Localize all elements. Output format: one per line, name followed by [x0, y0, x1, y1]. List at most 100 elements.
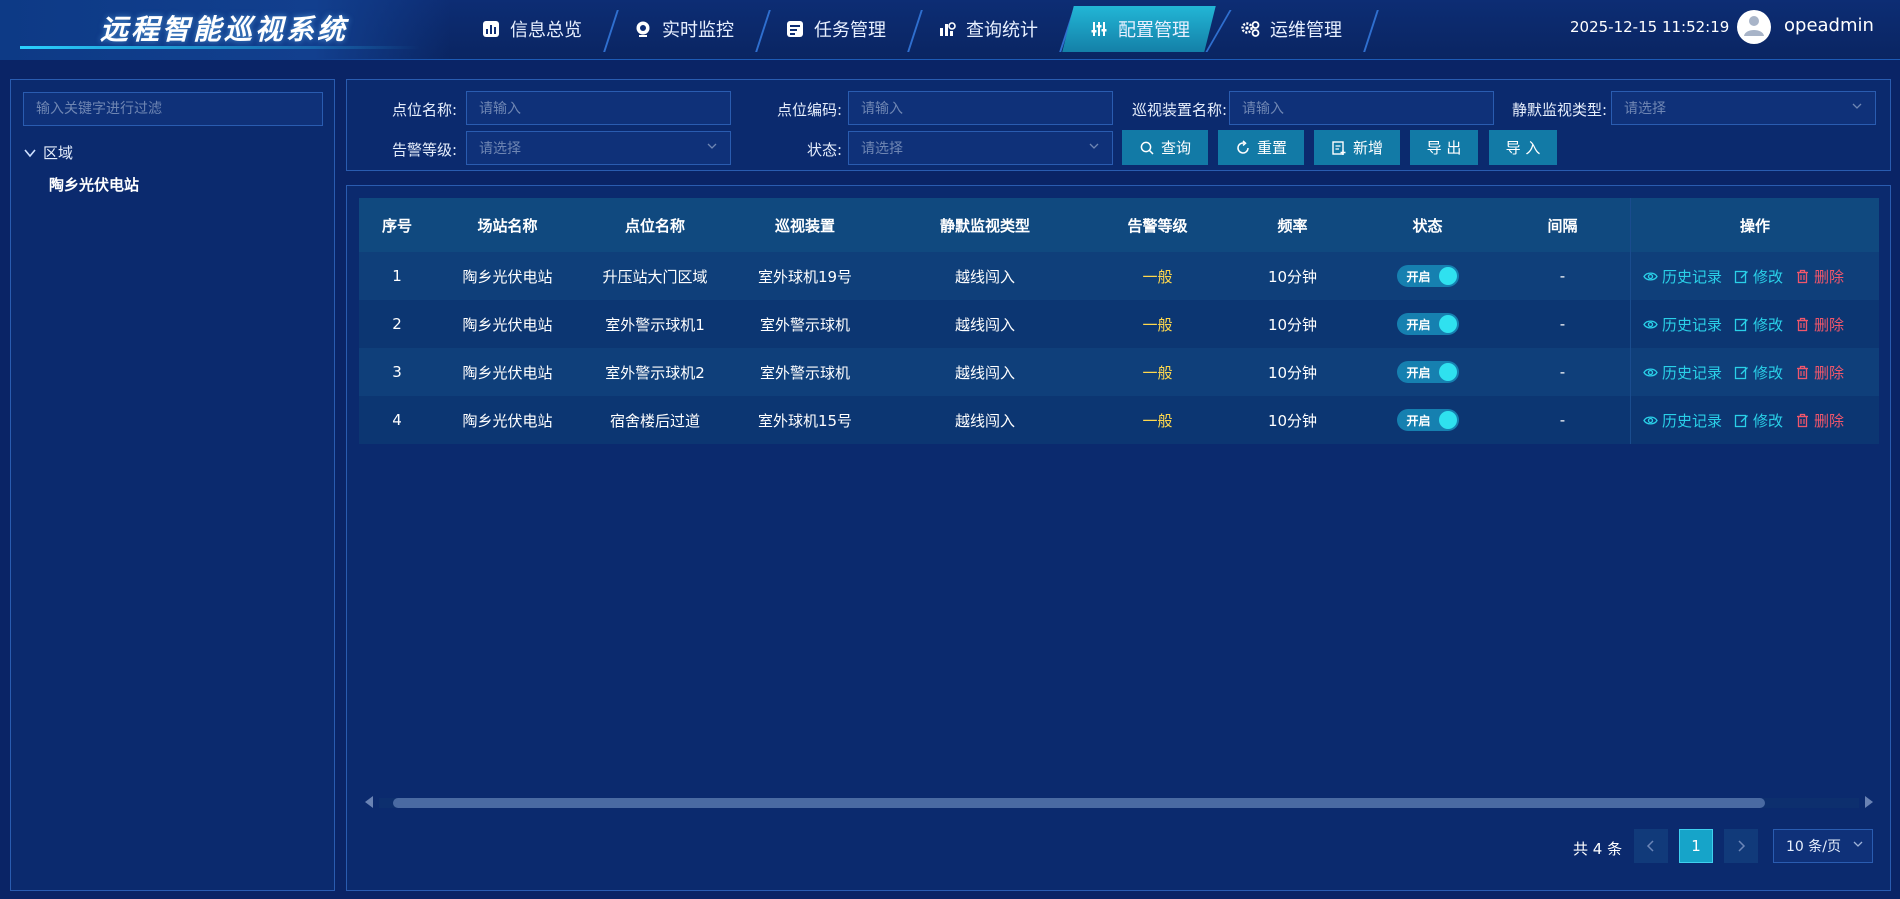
toggle-knob [1438, 267, 1457, 285]
avatar[interactable] [1737, 10, 1771, 44]
cell-freq: 10分钟 [1267, 315, 1318, 334]
bar-chart-icon [480, 18, 502, 40]
status-label: 状态: [806, 141, 842, 159]
eye-icon [1643, 365, 1658, 380]
table-row: 2 陶乡光伏电站 室外警示球机1 室外警示球机 越线闯入 一般 10分钟 开启 … [359, 300, 1879, 348]
toggle-knob [1438, 411, 1457, 429]
cell-station: 陶乡光伏电站 [462, 315, 553, 334]
cell-seq: 1 [392, 267, 402, 285]
cell-type: 越线闯入 [954, 363, 1015, 382]
nav-item-overview[interactable]: 信息总览 [460, 6, 602, 52]
silent-type-select[interactable]: 请选择 [1611, 91, 1876, 125]
statistics-icon [936, 18, 958, 40]
edit-icon [1734, 317, 1749, 332]
device-name-input[interactable]: 请输入 [1229, 91, 1494, 125]
trash-icon [1795, 413, 1810, 428]
point-code-label: 点位编码: [776, 101, 842, 119]
username[interactable]: opeadmin [1784, 15, 1874, 36]
tree-node-root[interactable]: 区域 [23, 142, 73, 163]
nav-item-tasks[interactable]: 任务管理 [764, 6, 906, 52]
prev-page-button[interactable] [1634, 829, 1668, 863]
edit-button[interactable]: 修改 [1734, 314, 1783, 335]
eye-icon [1643, 317, 1658, 332]
cell-interval: - [1559, 267, 1566, 285]
query-button[interactable]: 查询 [1122, 130, 1208, 165]
toggle-label: 开启 [1406, 365, 1431, 380]
silent-type-placeholder: 请选择 [1624, 101, 1666, 117]
tree-filter-input[interactable] [23, 92, 323, 126]
page-number-current[interactable]: 1 [1679, 829, 1713, 863]
history-button[interactable]: 历史记录 [1643, 362, 1722, 383]
alarm-level-select[interactable]: 请选择 [466, 131, 731, 165]
eye-icon [1643, 413, 1658, 428]
chevron-down-icon [1851, 100, 1863, 116]
cell-interval: - [1559, 411, 1566, 429]
point-name-input[interactable]: 请输入 [466, 91, 731, 125]
cell-ops: 历史记录 修改 删除 [1630, 252, 1879, 300]
horizontal-scrollbar[interactable] [359, 794, 1879, 810]
delete-label: 删除 [1814, 267, 1845, 286]
nav-item-statistics[interactable]: 查询统计 [916, 6, 1058, 52]
export-button[interactable]: 导 出 [1410, 130, 1478, 165]
point-code-input[interactable]: 请输入 [848, 91, 1113, 125]
point-name-label: 点位名称: [391, 101, 457, 119]
alarm-level-placeholder: 请选择 [479, 141, 521, 157]
table-header: 序号 场站名称 点位名称 巡视装置 静默监视类型 告警等级 频率 状态 间隔 操… [359, 198, 1879, 252]
toggle-label: 开启 [1406, 269, 1431, 284]
refresh-icon [1235, 139, 1251, 156]
reset-button[interactable]: 重置 [1218, 130, 1304, 165]
delete-button[interactable]: 删除 [1795, 410, 1844, 431]
page-size-select[interactable]: 10 条/页 [1773, 829, 1873, 863]
chevron-down-icon [1088, 140, 1100, 156]
history-button[interactable]: 历史记录 [1643, 314, 1722, 335]
edit-icon [1734, 365, 1749, 380]
tree-node-label: 区域 [43, 144, 74, 162]
scrollbar-thumb[interactable] [393, 798, 1765, 808]
status-toggle[interactable]: 开启 [1396, 265, 1459, 287]
cell-alarm-level: 一般 [1142, 315, 1173, 334]
sliders-icon [1088, 18, 1110, 40]
config-table-card: 序号 场站名称 点位名称 巡视装置 静默监视类型 告警等级 频率 状态 间隔 操… [346, 185, 1891, 891]
cell-status: 开启 [1360, 300, 1495, 348]
status-select[interactable]: 请选择 [848, 131, 1113, 165]
cell-freq: 10分钟 [1267, 267, 1318, 286]
cell-ops: 历史记录 修改 删除 [1630, 396, 1879, 444]
cell-freq: 10分钟 [1267, 411, 1318, 430]
nav-item-monitor[interactable]: 实时监控 [612, 6, 754, 52]
delete-button[interactable]: 删除 [1795, 314, 1844, 335]
status-toggle[interactable]: 开启 [1396, 361, 1459, 383]
scroll-right-icon[interactable] [1865, 796, 1873, 808]
nav-item-config[interactable]: 配置管理 [1062, 6, 1216, 52]
nav-label: 实时监控 [662, 20, 734, 41]
history-button[interactable]: 历史记录 [1643, 266, 1722, 287]
filter-form: 点位名称: 请输入 点位编码: 请输入 巡视装置名称: 请输入 静默监视类型: … [346, 79, 1891, 171]
edit-label: 修改 [1753, 267, 1784, 286]
delete-button[interactable]: 删除 [1795, 362, 1844, 383]
import-button[interactable]: 导 入 [1489, 130, 1557, 165]
next-page-button[interactable] [1724, 829, 1758, 863]
cell-interval: - [1559, 315, 1566, 333]
main-nav: 信息总览 实时监控 任务管理 查询统计 配置管理 运维管理 [460, 0, 1372, 58]
status-toggle[interactable]: 开启 [1396, 409, 1459, 431]
import-button-label: 导 入 [1505, 139, 1541, 157]
cell-point: 升压站大门区域 [602, 267, 708, 286]
point-name-placeholder: 请输入 [479, 101, 521, 117]
tree-node-station[interactable]: 陶乡光伏电站 [49, 174, 139, 195]
edit-button[interactable]: 修改 [1734, 410, 1783, 431]
nav-item-ops[interactable]: 运维管理 [1220, 6, 1362, 52]
eye-icon [1643, 269, 1658, 284]
toggle-label: 开启 [1406, 413, 1431, 428]
status-toggle[interactable]: 开启 [1396, 313, 1459, 335]
search-icon [1139, 140, 1155, 156]
scroll-left-icon[interactable] [365, 796, 373, 808]
toggle-knob [1438, 315, 1457, 333]
history-button[interactable]: 历史记录 [1643, 410, 1722, 431]
cell-device: 室外警示球机 [759, 315, 850, 334]
cell-alarm-level: 一般 [1142, 411, 1173, 430]
pagination-total: 共 4 条 [1573, 840, 1623, 858]
delete-button[interactable]: 删除 [1795, 266, 1844, 287]
cell-seq: 4 [392, 411, 402, 429]
edit-button[interactable]: 修改 [1734, 266, 1783, 287]
add-button[interactable]: 新增 [1314, 130, 1400, 165]
edit-button[interactable]: 修改 [1734, 362, 1783, 383]
